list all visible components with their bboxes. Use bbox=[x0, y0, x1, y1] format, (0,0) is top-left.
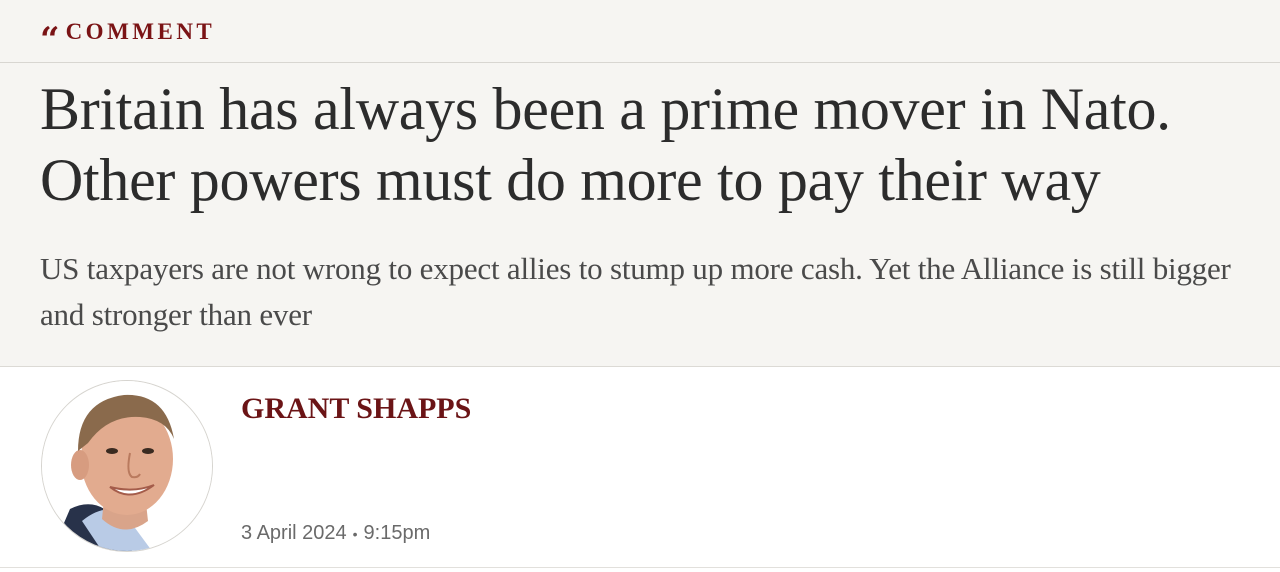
publish-date: 3 April 2024 bbox=[241, 522, 347, 544]
author-avatar[interactable] bbox=[41, 380, 213, 552]
section-label[interactable]: COMMENT bbox=[66, 19, 216, 45]
separator-dot: • bbox=[352, 525, 358, 542]
divider bbox=[0, 62, 1280, 63]
author-portrait bbox=[42, 381, 212, 551]
publish-time: 9:15pm bbox=[363, 522, 431, 544]
headline: Britain has always been a prime mover in… bbox=[40, 76, 1171, 213]
article-header: “ COMMENT Britain has always been a prim… bbox=[0, 0, 1280, 367]
dateline: 3 April 2024 • 9:15pm bbox=[241, 522, 430, 545]
section-tag[interactable]: “ COMMENT bbox=[40, 17, 216, 57]
standfirst: US taxpayers are not wrong to expect all… bbox=[40, 251, 1231, 332]
bottom-divider bbox=[0, 567, 1280, 568]
author-name[interactable]: GRANT SHAPPS bbox=[241, 392, 471, 426]
double-quote-icon: “ bbox=[40, 20, 59, 60]
